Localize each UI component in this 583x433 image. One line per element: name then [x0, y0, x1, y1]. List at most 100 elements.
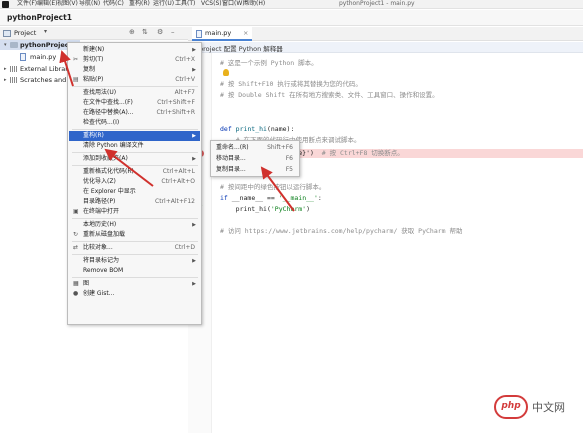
menu-item-shortcut: Shift+F6	[267, 144, 293, 151]
pycharm-logo-icon	[2, 1, 9, 8]
menu-item[interactable]: 视图(V)	[57, 0, 78, 8]
code-token: '__main__'	[278, 194, 318, 202]
chevron-right-icon: ▶	[192, 258, 196, 264]
submenu-item[interactable]: 移动目录... F6	[212, 154, 298, 164]
chevron-right-icon[interactable]: ▸	[4, 64, 7, 74]
project-view-selector[interactable]: Project	[14, 29, 36, 37]
context-menu-item[interactable]: 清除 Python 编译文件	[69, 141, 200, 151]
code-token: # 访问 https://www.jetbrains.com/help/pych…	[220, 227, 463, 235]
context-menu-item[interactable]: ▦ 图 ▶	[69, 279, 200, 289]
menu-item-label: 粘贴(P)	[83, 76, 104, 83]
menu-item-label: 创建 Gist...	[83, 290, 115, 297]
menu-item[interactable]: VCS(S)	[201, 0, 222, 8]
context-menu-item[interactable]: 在 Explorer 中显示	[69, 187, 200, 197]
context-menu-item[interactable]: ▤ 粘贴(P) Ctrl+V	[69, 75, 200, 85]
context-menu-item[interactable]: 优化导入(Z) Ctrl+Alt+O	[69, 177, 200, 187]
menu-item[interactable]: 帮助(H)	[244, 0, 265, 8]
code-line[interactable]: # 这是一个示例 Python 脚本。	[220, 59, 318, 68]
code-token: print_hi	[235, 125, 267, 133]
submenu-item[interactable]: 重命名...(R) Shift+F6	[212, 143, 298, 153]
chevron-down-icon[interactable]: ▾	[44, 28, 47, 35]
watermark: php 中文网	[494, 393, 580, 421]
library-icon	[10, 66, 17, 72]
context-menu-item[interactable]: 复制 ▶	[69, 65, 200, 75]
menu-item-label: 将目录标记为	[83, 257, 120, 264]
code-editor[interactable]: ▶ # 这是一个示例 Python 脚本。 # 按 Shift+F10 执行或将其…	[188, 53, 583, 433]
context-menu-item[interactable]: 在路径中替换(A)... Ctrl+Shift+R	[69, 108, 200, 118]
code-line[interactable]: print_hi('PyCharm')	[220, 205, 310, 214]
context-menu-item[interactable]: ▣ 在终端中打开	[69, 207, 200, 217]
menu-item[interactable]: 重构(R)	[129, 0, 150, 8]
context-menu-item[interactable]: 添加到收藏夹(A) ▶	[69, 154, 200, 164]
menu-item[interactable]: 导航(N)	[79, 0, 100, 8]
code-token: if	[220, 194, 232, 202]
menu-item[interactable]: 代码(C)	[103, 0, 124, 8]
menu-item-label: 目录路径(P)	[83, 198, 116, 205]
code-line[interactable]: if __name__ == '__main__':	[220, 194, 322, 203]
context-menu-item[interactable]: 目录路径(P) Ctrl+Alt+F12	[69, 197, 200, 207]
menu-item[interactable]: 编辑(E)	[37, 0, 57, 8]
menu-separator	[72, 152, 198, 153]
chevron-down-icon[interactable]: ▾	[4, 40, 7, 50]
code-line[interactable]: # 按 Double Shift 在所有地方搜索类、文件、工具窗口、操作和设置。	[220, 91, 439, 100]
menu-item[interactable]: 工具(T)	[175, 0, 195, 8]
navigation-bar: pythonProject1	[0, 10, 583, 26]
menu-item-icon: ▤	[73, 76, 79, 83]
menu-separator	[72, 86, 198, 87]
menu-item[interactable]: 窗口(W)	[222, 0, 245, 8]
context-menu-item[interactable]: 在文件中查找...(F) Ctrl+Shift+F	[69, 98, 200, 108]
code-line[interactable]: def print_hi(name):	[220, 125, 294, 134]
code-line[interactable]: # 按间距中的绿色按钮以运行脚本。	[220, 183, 325, 192]
context-menu-item[interactable]: Remove BOM	[69, 266, 200, 276]
context-menu-item[interactable]: ● 创建 Gist...	[69, 289, 200, 299]
code-line[interactable]: # 按 Shift+F10 执行或将其替换为您的代码。	[220, 80, 362, 89]
context-menu-item[interactable]: 查找用法(U) Alt+F7	[69, 88, 200, 98]
menu-item-label: Remove BOM	[83, 267, 124, 274]
context-menu-item[interactable]: 重构(R) ▶	[69, 131, 200, 141]
menu-item-label: 重新格式化代码(R)	[83, 168, 134, 175]
code-token: (name):	[266, 125, 295, 133]
hide-panel-icon[interactable]: –	[171, 28, 175, 36]
context-menu: 新建(N) ▶ ✂ 剪切(T) Ctrl+X 复制 ▶ ▤ 粘贴(P) Ctrl+V 查找用法(U)…	[67, 42, 202, 325]
menu-item-label: 比较对象...	[83, 244, 113, 251]
menu-item-label: 图	[83, 280, 90, 287]
submenu-item[interactable]: 复制目录... F5	[212, 165, 298, 175]
menu-item[interactable]: 运行(U)	[153, 0, 174, 8]
menu-item-icon: ●	[73, 290, 79, 297]
code-line[interactable]: # 访问 https://www.jetbrains.com/help/pych…	[220, 227, 463, 236]
context-menu-item[interactable]: ⇄ 比较对象... Ctrl+D	[69, 243, 200, 253]
interpreter-notification: project 配置 Python 解释器	[188, 42, 583, 53]
tree-item-label: Scratches and C	[20, 76, 73, 84]
menu-item-shortcut: Ctrl+Alt+F12	[155, 198, 195, 205]
breadcrumb[interactable]: pythonProject1	[7, 13, 72, 22]
menu-item-shortcut: Ctrl+Alt+L	[162, 168, 195, 175]
menu-item-shortcut: Ctrl+D	[174, 244, 195, 251]
menu-item-icon: ▦	[73, 280, 79, 287]
context-menu-item[interactable]: 将目录标记为 ▶	[69, 256, 200, 266]
code-token: # 按 Double Shift 在所有地方搜索类、文件、工具窗口、操作和设置。	[220, 91, 439, 99]
menu-separator	[72, 165, 198, 166]
context-menu-item[interactable]: 本地历史(H) ▶	[69, 220, 200, 230]
library-icon	[10, 77, 17, 83]
menu-item-label: 添加到收藏夹(A)	[83, 155, 128, 162]
context-menu-item[interactable]: 检查代码...(I)	[69, 118, 200, 128]
chevron-right-icon[interactable]: ▸	[4, 75, 7, 85]
menu-item-label: 在路径中替换(A)...	[83, 109, 134, 116]
context-menu-item[interactable]: ↻ 重新从磁盘加载	[69, 230, 200, 240]
notification-link[interactable]: project 配置 Python 解释器	[199, 43, 283, 53]
code-token: print_hi(	[220, 205, 271, 213]
context-menu-item[interactable]: ✂ 剪切(T) Ctrl+X	[69, 55, 200, 65]
context-menu-item[interactable]: 新建(N) ▶	[69, 45, 200, 55]
gear-icon[interactable]: ⚙	[157, 28, 163, 36]
close-icon[interactable]: ×	[243, 27, 248, 40]
tab-main-py[interactable]: main.py ×	[192, 27, 252, 41]
chevron-right-icon: ▶	[192, 222, 196, 228]
menu-item-icon: ▣	[73, 208, 79, 215]
menu-item[interactable]: 文件(F)	[17, 0, 37, 8]
context-menu-item[interactable]: 重新格式化代码(R) Ctrl+Alt+L	[69, 167, 200, 177]
menu-bar: 文件(F) 编辑(E) 视图(V) 导航(N) 代码(C) 重构(R) 运行(U) 工具(T)…	[0, 0, 583, 9]
collapse-all-icon[interactable]: ⇅	[142, 28, 148, 36]
code-token: )	[306, 205, 311, 213]
locate-icon[interactable]: ⊕	[129, 28, 135, 36]
lightbulb-icon[interactable]	[223, 69, 229, 76]
